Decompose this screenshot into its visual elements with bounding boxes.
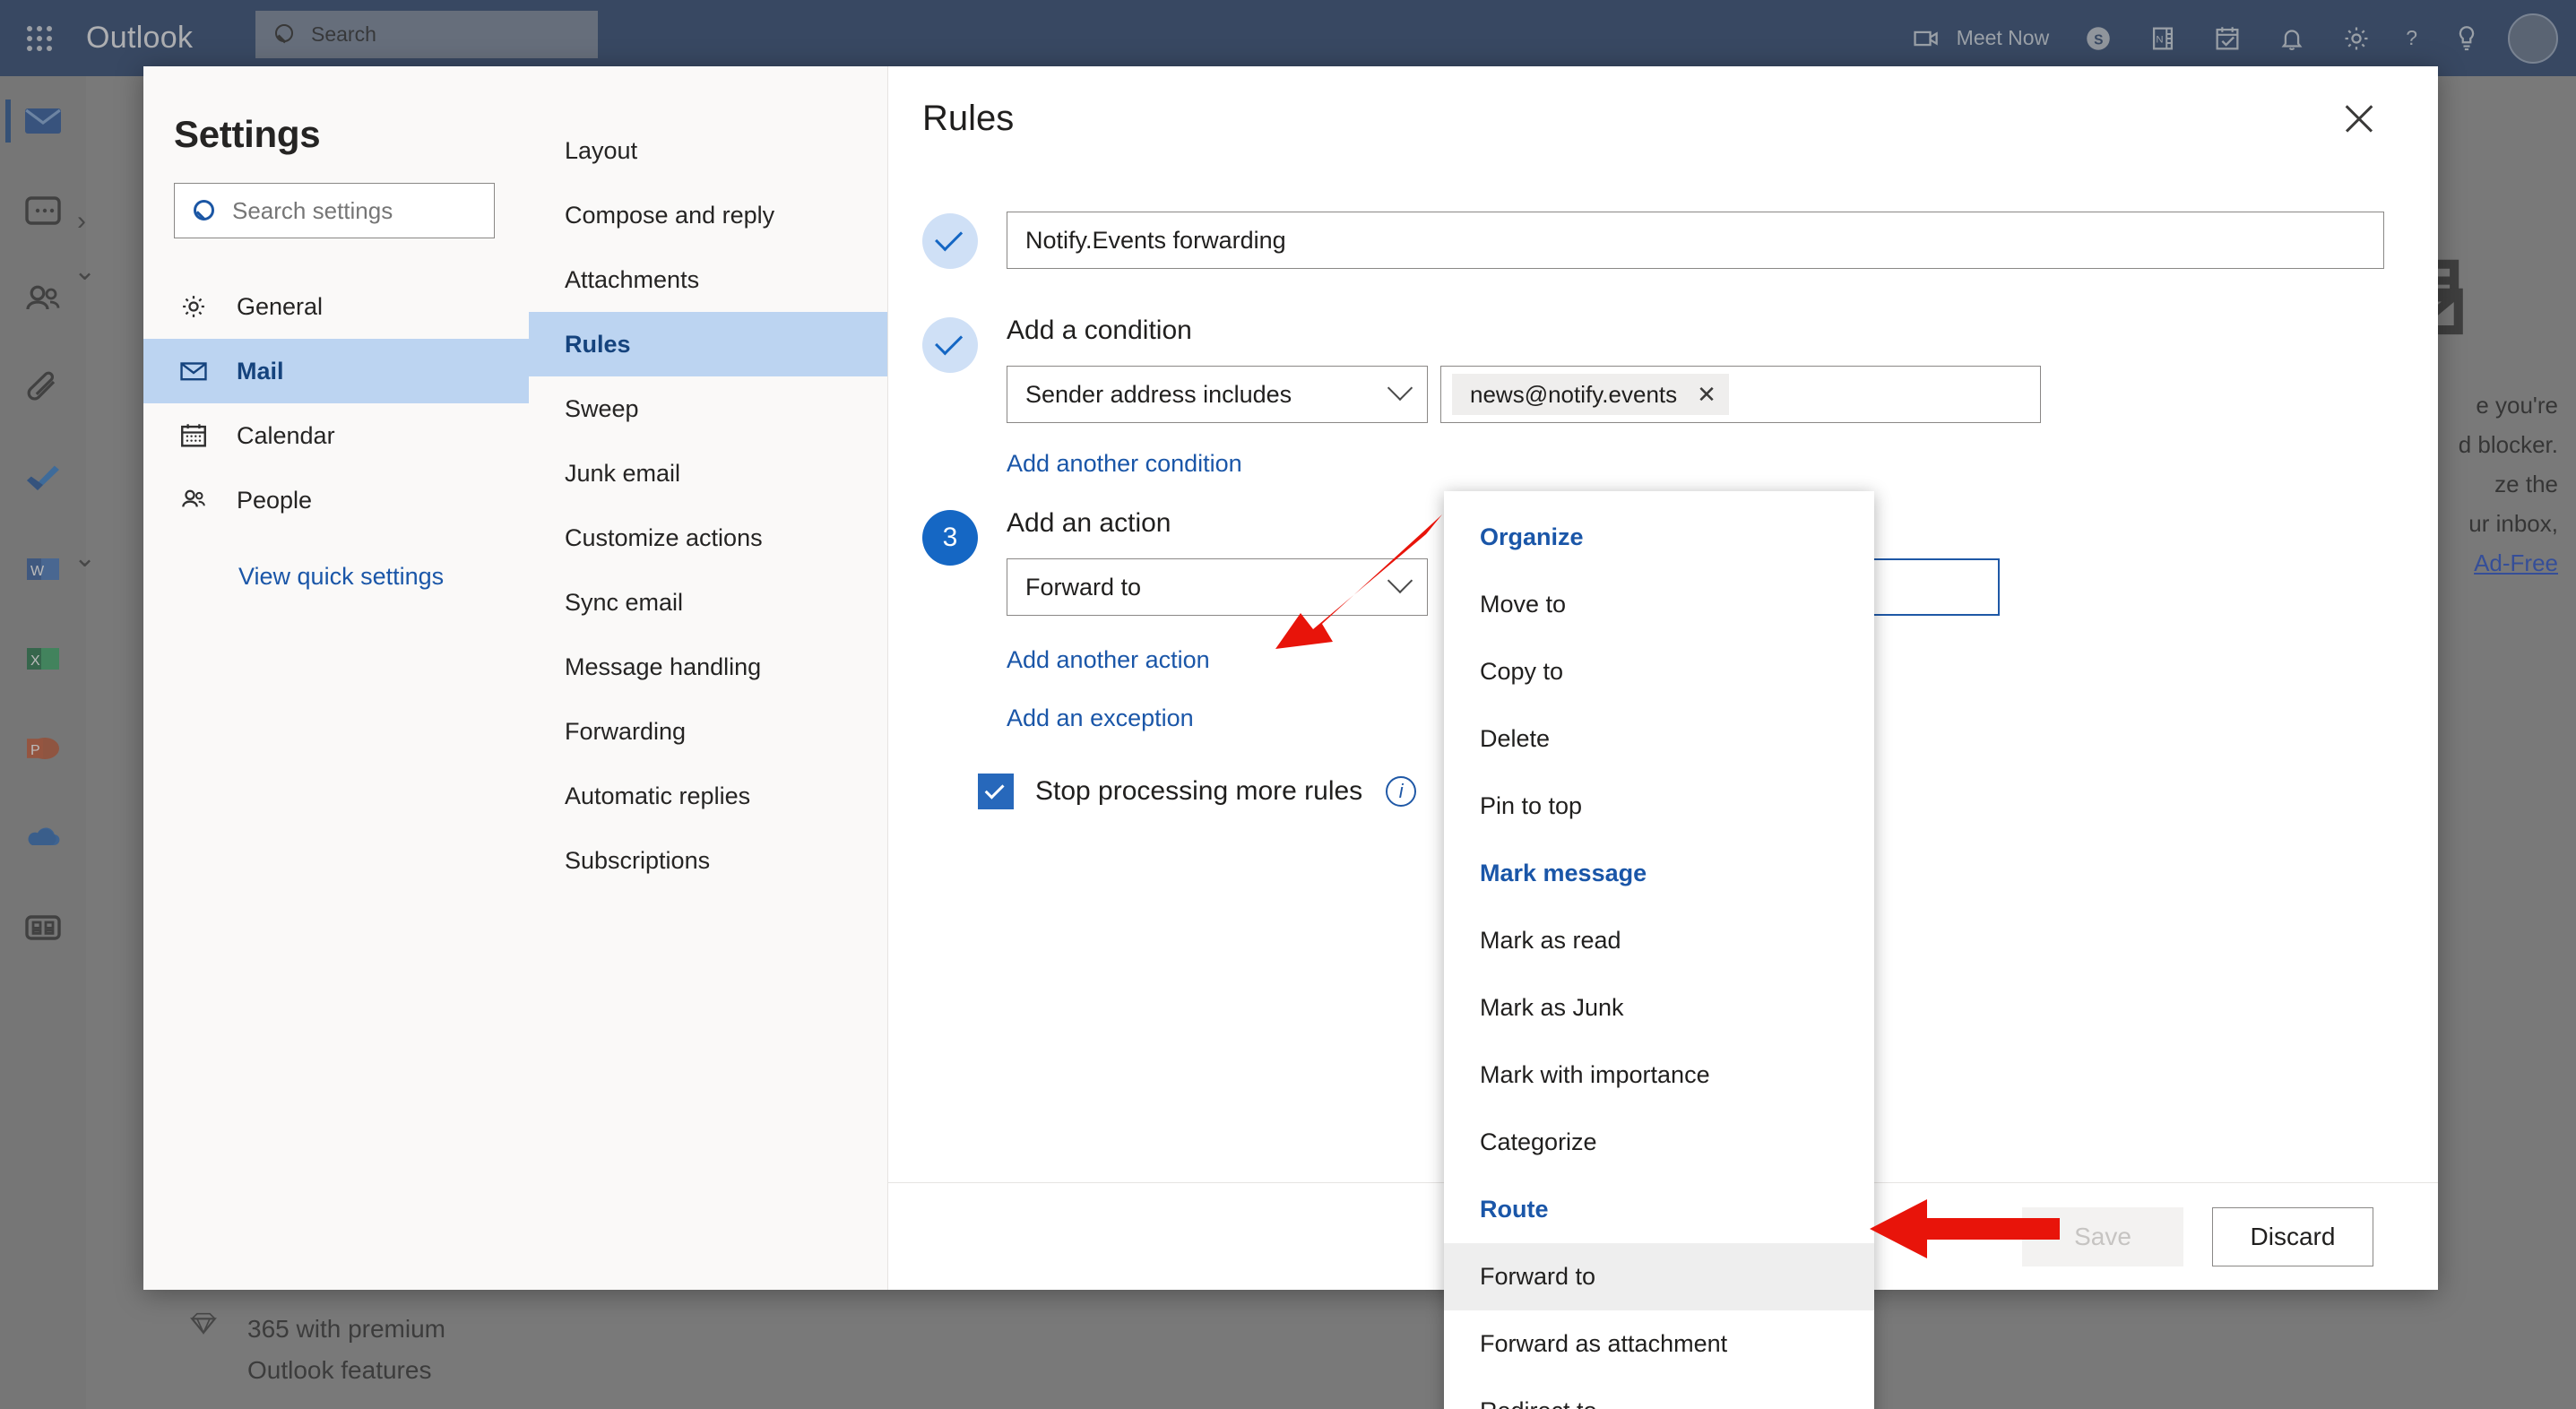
page-title: Rules <box>922 98 1015 138</box>
step-3-number-badge: 3 <box>922 510 978 566</box>
settings-search-input[interactable]: Search settings <box>174 183 495 238</box>
mail-icon <box>180 362 207 381</box>
stop-processing-label: Stop processing more rules <box>1035 776 1363 806</box>
menu-item-categorize[interactable]: Categorize <box>1444 1109 1874 1176</box>
condition-value-input[interactable]: news@notify.events ✕ <box>1440 366 2041 423</box>
subnav-item-sweep[interactable]: Sweep <box>529 376 887 441</box>
sidebar-item-label: People <box>237 486 313 514</box>
condition-type-dropdown[interactable]: Sender address includes <box>1007 366 1428 423</box>
menu-item-redirect-to[interactable]: Redirect to <box>1444 1378 1874 1409</box>
subnav-item-subscriptions[interactable]: Subscriptions <box>529 828 887 893</box>
menu-group-organize: Organize <box>1480 523 1584 550</box>
sidebar-item-general[interactable]: General <box>143 274 529 339</box>
menu-item-pin-to-top[interactable]: Pin to top <box>1444 773 1874 840</box>
checkmark-icon <box>935 223 964 252</box>
action-type-value: Forward to <box>1025 573 1142 601</box>
checkmark-icon <box>935 327 964 356</box>
menu-item-forward-as-attachment[interactable]: Forward as attachment <box>1444 1310 1874 1378</box>
gear-icon <box>183 296 204 317</box>
sidebar-item-mail[interactable]: Mail <box>143 339 529 403</box>
step-2-status-icon <box>922 317 978 373</box>
add-condition-step: Add a condition Sender address includes … <box>888 316 2438 478</box>
settings-subnav-column: Layout Compose and reply Attachments Rul… <box>529 66 887 1290</box>
menu-item-mark-with-importance[interactable]: Mark with importance <box>1444 1042 1874 1109</box>
subnav-item-rules[interactable]: Rules <box>529 312 887 376</box>
settings-nav-list: General Mail Calendar People View quick … <box>143 274 529 591</box>
menu-item-mark-as-junk[interactable]: Mark as Junk <box>1444 974 1874 1042</box>
menu-item-copy-to[interactable]: Copy to <box>1444 638 1874 705</box>
sidebar-item-label: General <box>237 292 324 320</box>
info-icon[interactable]: i <box>1386 776 1417 807</box>
people-icon <box>182 489 205 507</box>
subnav-item-junk-email[interactable]: Junk email <box>529 441 887 506</box>
rule-name-step: Notify.Events forwarding <box>888 212 2438 269</box>
menu-group-route: Route <box>1480 1196 1549 1223</box>
annotation-arrow-to-action-dropdown <box>1275 514 1442 649</box>
subnav-item-sync-email[interactable]: Sync email <box>529 570 887 635</box>
action-dropdown-menu: Organize Move to Copy to Delete Pin to t… <box>1444 491 1874 1409</box>
calendar-icon <box>181 424 206 447</box>
condition-token-label: news@notify.events <box>1470 380 1678 408</box>
chevron-down-icon <box>1387 375 1413 402</box>
subnav-item-compose-and-reply[interactable]: Compose and reply <box>529 183 887 247</box>
subnav-item-forwarding[interactable]: Forwarding <box>529 699 887 764</box>
menu-item-mark-as-read[interactable]: Mark as read <box>1444 907 1874 974</box>
sidebar-item-people[interactable]: People <box>143 468 529 532</box>
menu-group-mark-message: Mark message <box>1480 860 1647 886</box>
menu-item-move-to[interactable]: Move to <box>1444 571 1874 638</box>
close-icon[interactable]: ✕ <box>1697 381 1716 409</box>
subnav-item-automatic-replies[interactable]: Automatic replies <box>529 764 887 828</box>
close-icon[interactable] <box>2336 95 2382 142</box>
sidebar-item-label: Calendar <box>237 421 335 449</box>
sidebar-item-calendar[interactable]: Calendar <box>143 403 529 468</box>
search-icon <box>191 197 218 224</box>
subnav-item-attachments[interactable]: Attachments <box>529 247 887 312</box>
settings-title: Settings <box>174 113 321 155</box>
step-1-status-icon <box>922 213 978 269</box>
condition-type-value: Sender address includes <box>1025 380 1292 408</box>
condition-token: news@notify.events ✕ <box>1452 374 1729 415</box>
add-condition-heading: Add a condition <box>1007 316 1192 345</box>
settings-search-placeholder: Search settings <box>232 196 393 224</box>
subnav-item-message-handling[interactable]: Message handling <box>529 635 887 699</box>
stop-processing-checkbox[interactable] <box>978 774 1014 809</box>
add-another-condition-link[interactable]: Add another condition <box>1007 450 2384 478</box>
settings-nav-column: Settings Search settings General Mail Ca… <box>143 66 529 1290</box>
rules-panel-header: Rules <box>888 66 2438 170</box>
menu-item-forward-to[interactable]: Forward to <box>1444 1243 1874 1310</box>
subnav-item-layout[interactable]: Layout <box>529 118 887 183</box>
sidebar-item-label: Mail <box>237 357 284 385</box>
settings-dialog: Settings Search settings General Mail Ca… <box>143 66 2438 1290</box>
discard-button[interactable]: Discard <box>2212 1206 2373 1266</box>
rule-name-input[interactable]: Notify.Events forwarding <box>1007 212 2384 269</box>
menu-item-delete[interactable]: Delete <box>1444 705 1874 773</box>
subnav-item-customize-actions[interactable]: Customize actions <box>529 506 887 570</box>
view-quick-settings-link[interactable]: View quick settings <box>143 532 529 591</box>
annotation-arrow-to-forward-to <box>1870 1199 2060 1258</box>
